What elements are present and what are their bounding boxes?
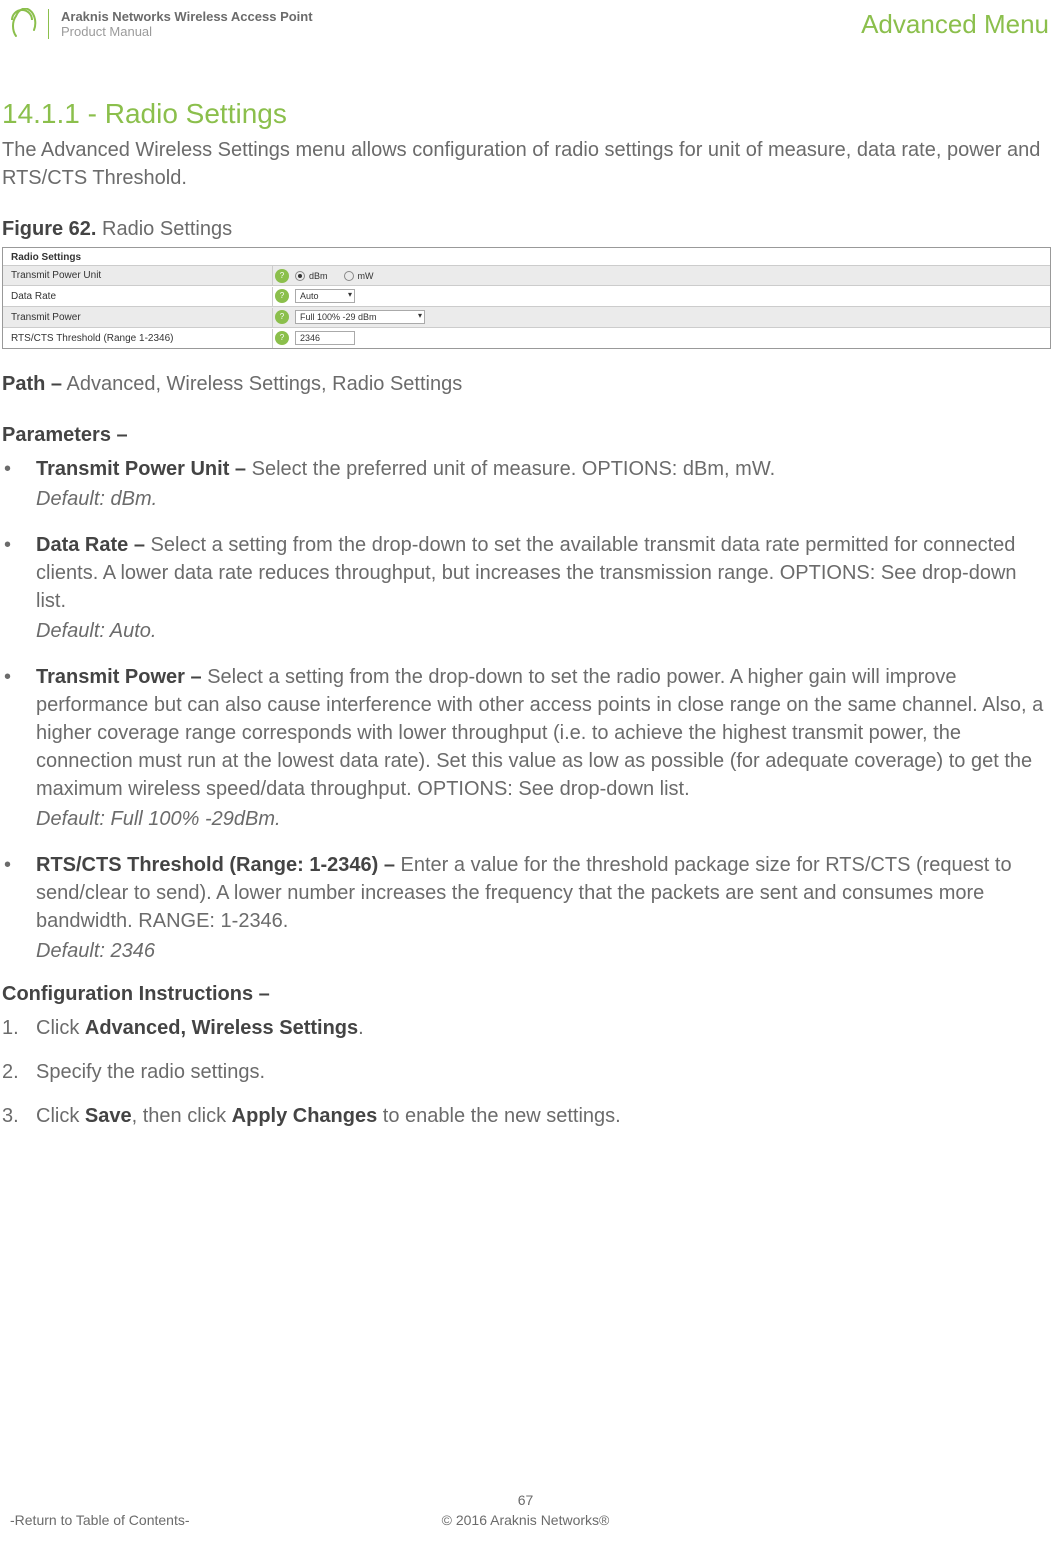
transmit-power-unit-radio-group: dBm mW — [295, 268, 374, 284]
step-text: , then click — [132, 1105, 232, 1127]
param-default: Default: dBm. — [36, 485, 1051, 513]
param-term: Transmit Power – — [36, 666, 202, 688]
help-icon: ? — [275, 289, 289, 303]
bullet-icon: • — [2, 531, 36, 645]
config-steps: 1. Click Advanced, Wireless Settings. 2.… — [2, 1014, 1051, 1130]
page-footer: 67 -Return to Table of Contents- © 2016 … — [0, 1492, 1051, 1528]
screenshot-row: Transmit Power Unit ? dBm mW — [3, 265, 1050, 285]
brand-title: Araknis Networks Wireless Access Point — [61, 9, 313, 24]
bullet-icon: • — [2, 455, 36, 513]
param-default: Default: Full 100% -29dBm. — [36, 805, 1051, 833]
figure-name: Radio Settings — [102, 218, 232, 240]
step-text: Click — [36, 1017, 85, 1039]
step-bold: Save — [85, 1105, 132, 1127]
copyright-text: © 2016 Araknis Networks® — [442, 1512, 610, 1528]
parameter-item: • Data Rate – Select a setting from the … — [2, 531, 1051, 645]
select-value: Auto — [300, 291, 319, 301]
section-intro: The Advanced Wireless Settings menu allo… — [2, 136, 1051, 192]
help-icon: ? — [275, 310, 289, 324]
param-desc: Select the preferred unit of measure. OP… — [252, 458, 776, 480]
screenshot-row: Data Rate ? Auto — [3, 285, 1050, 306]
param-term: RTS/CTS Threshold (Range: 1-2346) – — [36, 854, 395, 876]
page-number: 67 — [0, 1492, 1051, 1508]
row-label: Data Rate — [3, 287, 273, 306]
path-value: Advanced, Wireless Settings, Radio Setti… — [66, 373, 462, 395]
figure-caption: Figure 62. Radio Settings — [2, 218, 1051, 241]
bullet-icon: • — [2, 851, 36, 965]
transmit-power-select[interactable]: Full 100% -29 dBm — [295, 310, 425, 324]
param-default: Default: 2346 — [36, 937, 1051, 965]
select-value: Full 100% -29 dBm — [300, 312, 377, 322]
row-label: RTS/CTS Threshold (Range 1-2346) — [3, 329, 273, 348]
input-value: 2346 — [300, 333, 320, 343]
parameter-item: • Transmit Power Unit – Select the prefe… — [2, 455, 1051, 513]
help-icon: ? — [275, 331, 289, 345]
parameter-item: • RTS/CTS Threshold (Range: 1-2346) – En… — [2, 851, 1051, 965]
header-left: Araknis Networks Wireless Access Point P… — [0, 8, 313, 40]
help-icon: ? — [275, 269, 289, 283]
screenshot-row: Transmit Power ? Full 100% -29 dBm — [3, 306, 1050, 327]
brand-logo-icon — [6, 8, 38, 40]
step-item: 2. Specify the radio settings. — [2, 1058, 1051, 1086]
brand-subtitle: Product Manual — [61, 24, 313, 39]
step-bold: Apply Changes — [232, 1105, 378, 1127]
param-term: Data Rate – — [36, 534, 145, 556]
bullet-icon: • — [2, 663, 36, 833]
step-bold: Advanced, Wireless Settings — [85, 1017, 358, 1039]
section-heading: 14.1.1 - Radio Settings — [2, 98, 1051, 130]
radio-dbm[interactable] — [295, 271, 305, 281]
path-label: Path – — [2, 373, 62, 395]
step-number: 2. — [2, 1058, 36, 1086]
param-desc: Select a setting from the drop-down to s… — [36, 534, 1017, 612]
path-line: Path – Advanced, Wireless Settings, Radi… — [2, 373, 1051, 396]
parameter-item: • Transmit Power – Select a setting from… — [2, 663, 1051, 833]
advanced-menu-label: Advanced Menu — [861, 9, 1051, 40]
step-item: 3. Click Save, then click Apply Changes … — [2, 1102, 1051, 1130]
header-divider — [48, 9, 49, 39]
param-term: Transmit Power Unit – — [36, 458, 246, 480]
screenshot-title: Radio Settings — [3, 248, 1050, 265]
radio-settings-screenshot: Radio Settings Transmit Power Unit ? dBm… — [2, 247, 1051, 349]
radio-option-label: dBm — [309, 271, 328, 281]
return-to-toc-link[interactable]: -Return to Table of Contents- — [10, 1512, 190, 1528]
radio-mw[interactable] — [344, 271, 354, 281]
page-header: Araknis Networks Wireless Access Point P… — [0, 0, 1051, 48]
step-number: 3. — [2, 1102, 36, 1130]
config-instructions-heading: Configuration Instructions – — [2, 983, 1051, 1006]
step-text: . — [358, 1017, 364, 1039]
screenshot-row: RTS/CTS Threshold (Range 1-2346) ? 2346 — [3, 327, 1050, 348]
figure-label: Figure 62. — [2, 218, 96, 240]
row-label: Transmit Power Unit — [3, 266, 273, 285]
header-text: Araknis Networks Wireless Access Point P… — [61, 9, 313, 39]
step-text: to enable the new settings. — [377, 1105, 621, 1127]
step-text: Click — [36, 1105, 85, 1127]
data-rate-select[interactable]: Auto — [295, 289, 355, 303]
parameters-list: • Transmit Power Unit – Select the prefe… — [2, 455, 1051, 965]
rts-cts-input[interactable]: 2346 — [295, 331, 355, 345]
step-number: 1. — [2, 1014, 36, 1042]
step-text: Specify the radio settings. — [36, 1061, 265, 1083]
radio-option-label: mW — [358, 271, 374, 281]
row-label: Transmit Power — [3, 308, 273, 327]
param-default: Default: Auto. — [36, 617, 1051, 645]
parameters-heading: Parameters – — [2, 424, 1051, 447]
page-content: 14.1.1 - Radio Settings The Advanced Wir… — [0, 48, 1051, 1130]
step-item: 1. Click Advanced, Wireless Settings. — [2, 1014, 1051, 1042]
